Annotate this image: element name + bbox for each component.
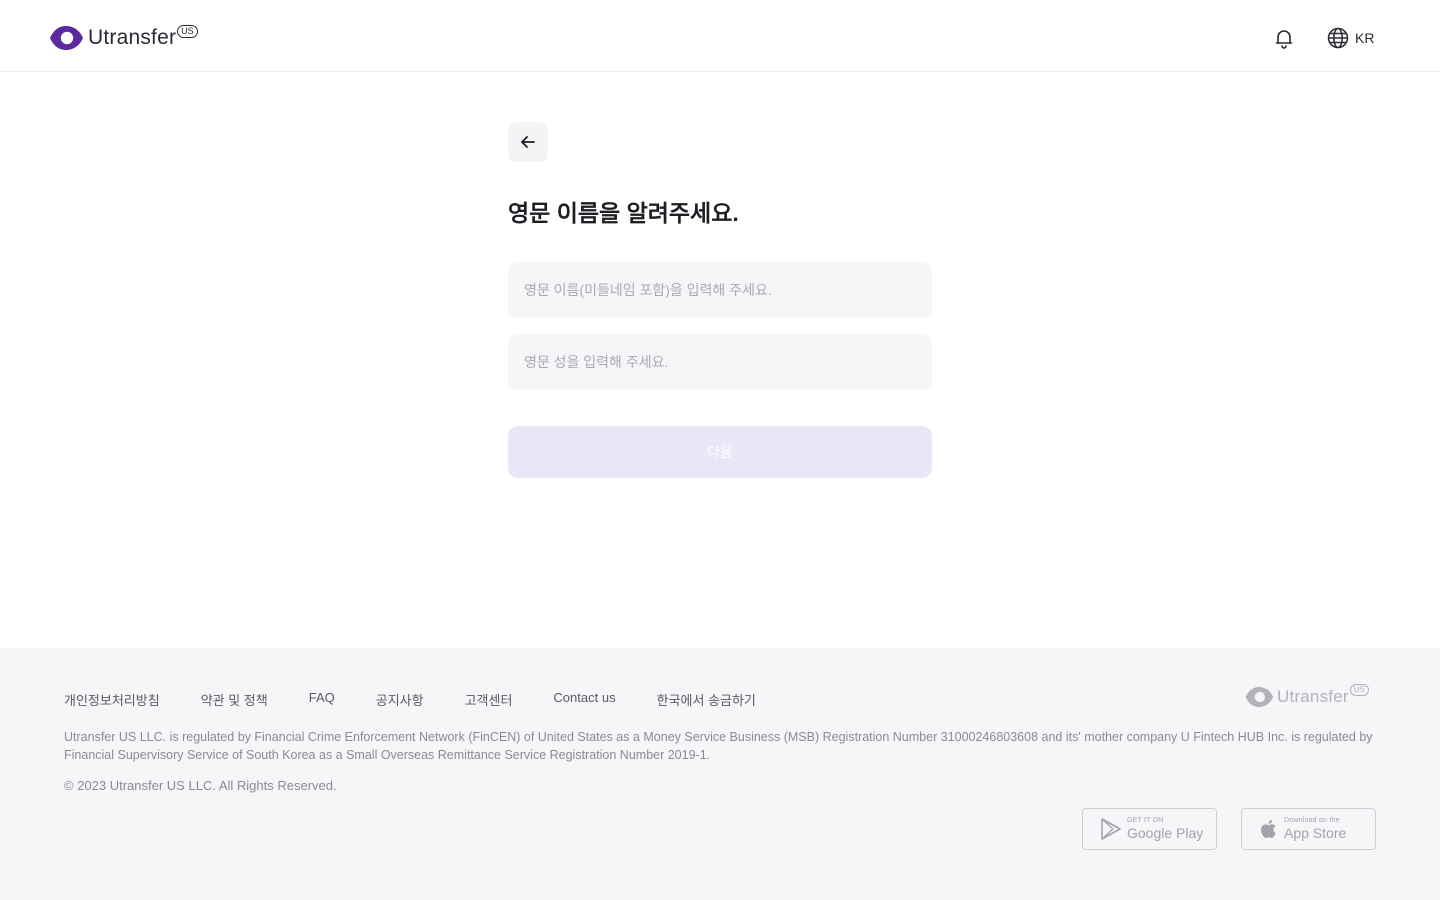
app-store-small: Download on the xyxy=(1284,817,1340,824)
top-header: Utransfer US KR xyxy=(0,0,1440,72)
footer-link-faq[interactable]: FAQ xyxy=(309,690,335,709)
page-title: 영문 이름을 알려주세요. xyxy=(508,200,739,226)
legal-notice: Utransfer US LLC. is regulated by Financ… xyxy=(64,730,1373,762)
utransfer-logo-icon xyxy=(1245,687,1274,707)
next-button[interactable]: 다음 xyxy=(508,426,932,478)
google-play-icon xyxy=(1101,818,1121,840)
app-store-button[interactable]: Download on the App Store xyxy=(1241,808,1376,850)
bell-icon xyxy=(1275,30,1293,49)
footer-link-contact[interactable]: Contact us xyxy=(553,690,615,709)
footer-logo-badge: US xyxy=(1349,684,1369,696)
footer-link-korea-remit[interactable]: 한국에서 송금하기 xyxy=(657,690,756,709)
utransfer-logo[interactable]: Utransfer US xyxy=(48,24,198,52)
language-label: KR xyxy=(1355,30,1375,46)
footer-link-notice[interactable]: 공지사항 xyxy=(376,690,424,709)
globe-icon xyxy=(1327,27,1349,49)
app-store-big: App Store xyxy=(1284,825,1347,841)
logo-badge: US xyxy=(177,25,198,38)
footer: 개인정보처리방침 약관 및 정책 FAQ 공지사항 고객센터 Contact u… xyxy=(0,648,1440,900)
back-button[interactable] xyxy=(508,122,548,162)
arrow-left-icon xyxy=(521,136,535,148)
utransfer-logo-icon xyxy=(50,26,83,50)
footer-link-terms[interactable]: 약관 및 정책 xyxy=(201,690,268,709)
last-name-input[interactable] xyxy=(508,334,932,390)
footer-logo: Utransfer US xyxy=(1244,684,1369,708)
google-play-small: GET IT ON xyxy=(1127,817,1164,824)
logo-text: Utransfer xyxy=(88,26,177,49)
copyright: © 2023 Utransfer US LLC. All Rights Rese… xyxy=(64,778,337,793)
footer-link-privacy[interactable]: 개인정보처리방침 xyxy=(64,690,160,709)
apple-icon xyxy=(1261,819,1276,839)
notification-button[interactable] xyxy=(1272,26,1296,50)
footer-links: 개인정보처리방침 약관 및 정책 FAQ 공지사항 고객센터 Contact u… xyxy=(64,690,797,709)
first-name-input[interactable] xyxy=(508,262,932,318)
language-selector[interactable]: KR xyxy=(1326,26,1374,50)
footer-link-support[interactable]: 고객센터 xyxy=(465,690,513,709)
footer-logo-text: Utransfer xyxy=(1277,687,1349,706)
google-play-big: Google Play xyxy=(1127,825,1204,841)
google-play-button[interactable]: GET IT ON Google Play xyxy=(1082,808,1217,850)
